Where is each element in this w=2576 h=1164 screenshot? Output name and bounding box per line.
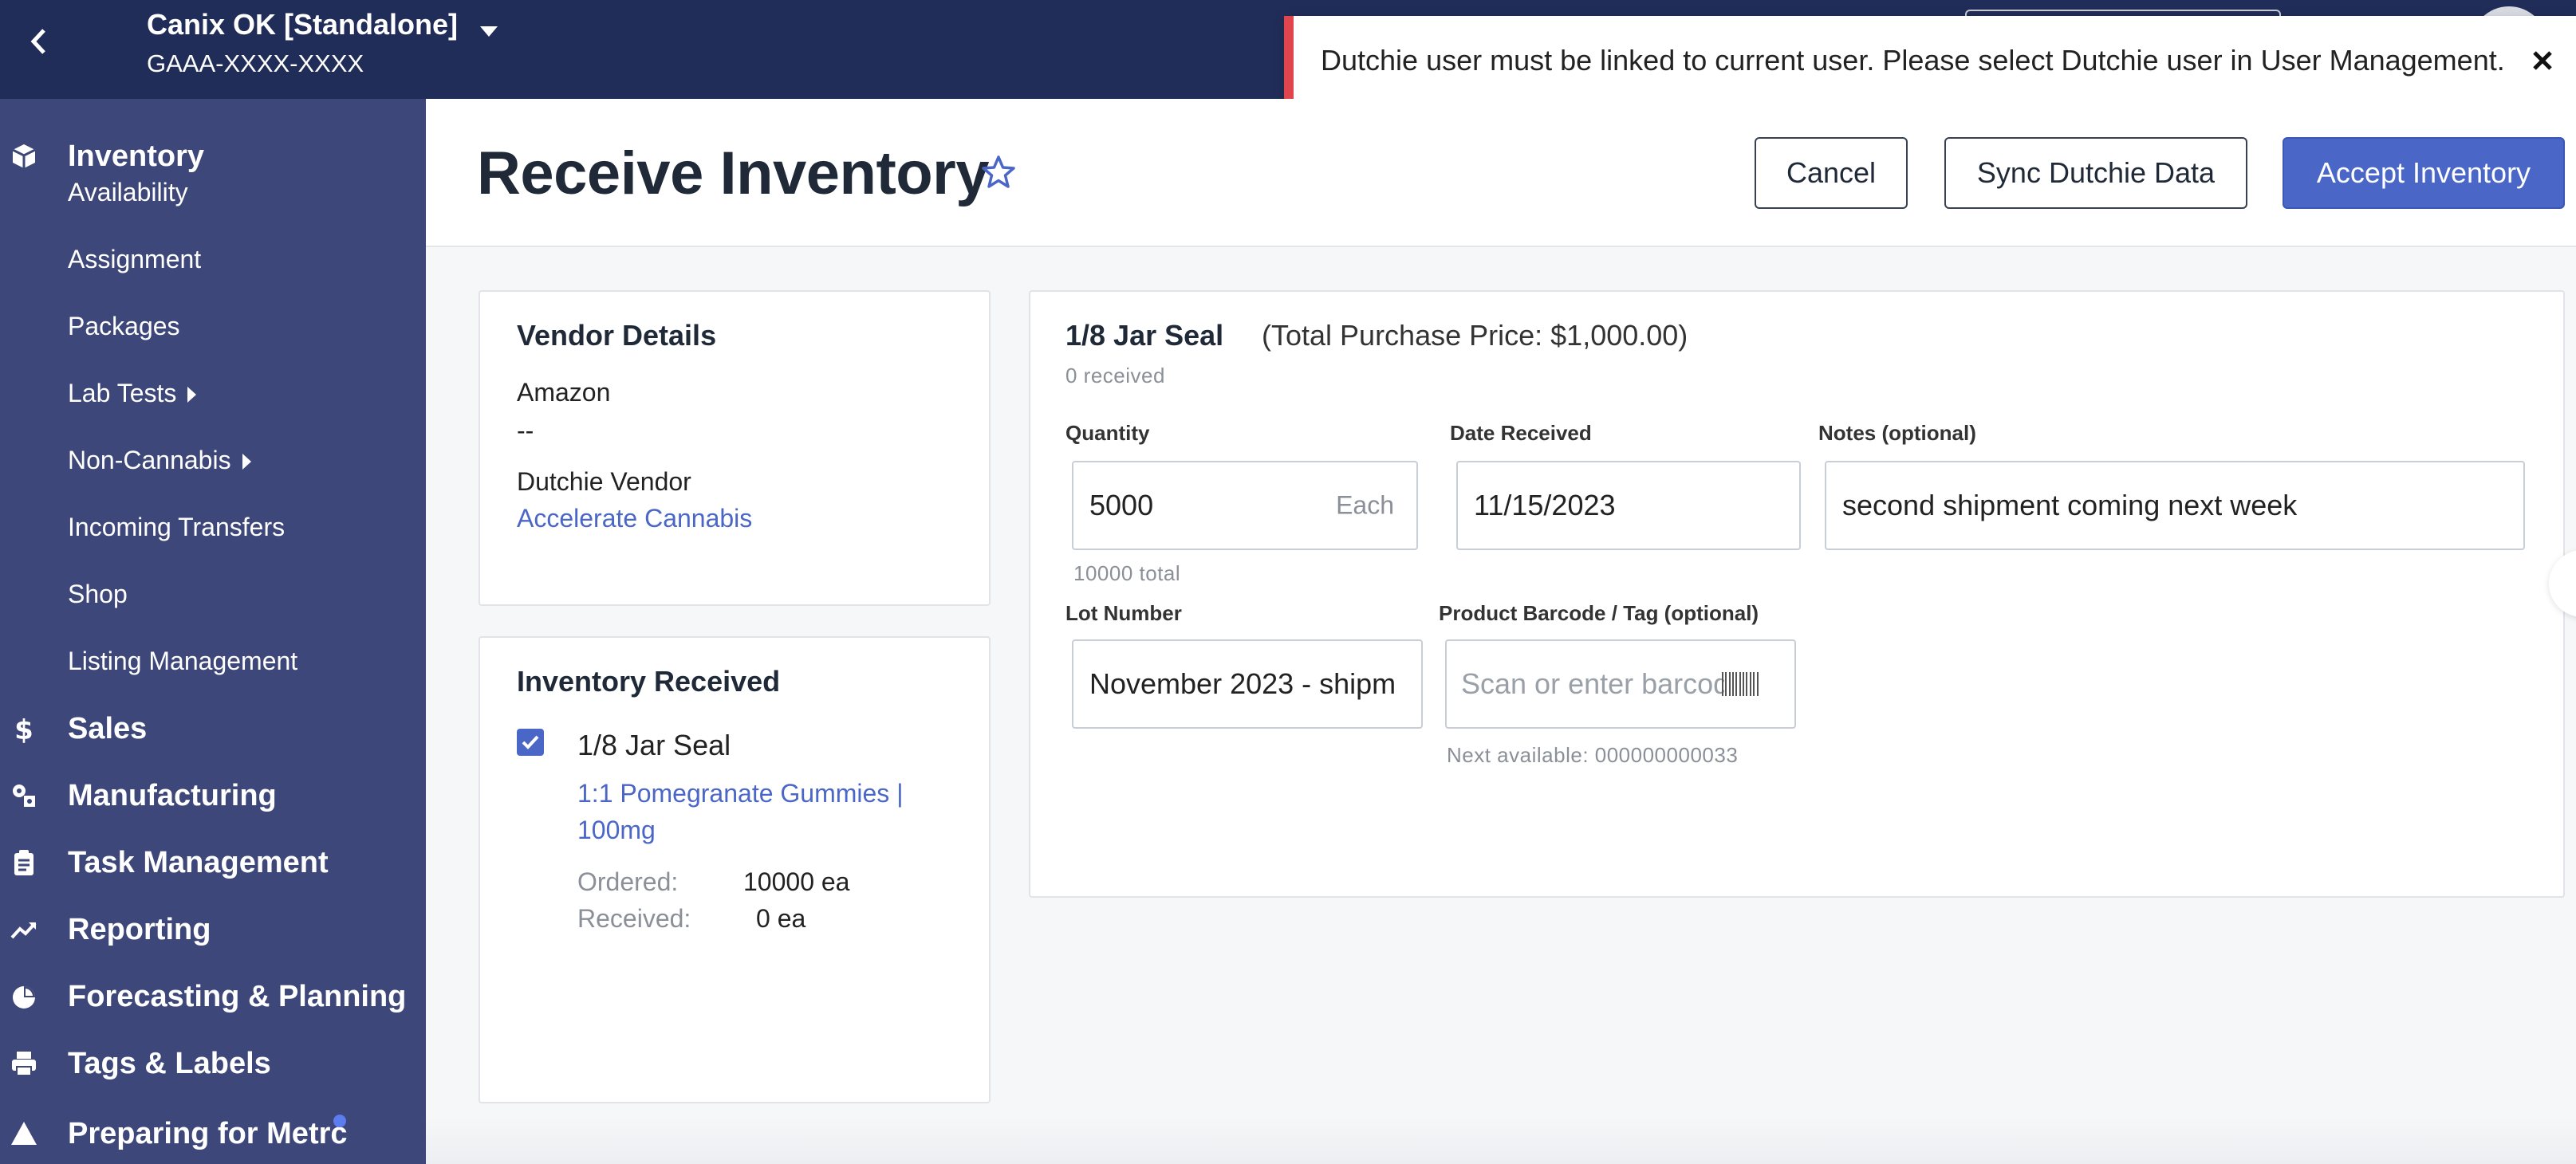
sidebar-item-label: Manufacturing bbox=[68, 778, 277, 812]
quantity-total: 10000 total bbox=[1073, 561, 1181, 585]
sync-dutchie-button[interactable]: Sync Dutchie Data bbox=[1944, 137, 2247, 209]
vendor-details-heading: Vendor Details bbox=[517, 319, 717, 352]
printer-icon bbox=[10, 1049, 38, 1078]
sidebar-item-label: Lab Tests bbox=[68, 378, 177, 407]
notes-label: Notes (optional) bbox=[1818, 421, 1976, 445]
barcode-icon[interactable] bbox=[1721, 670, 1763, 702]
barcode-label: Product Barcode / Tag (optional) bbox=[1439, 601, 1759, 625]
close-icon[interactable] bbox=[2527, 45, 2558, 77]
sidebar-item-lab-tests[interactable]: Lab Tests bbox=[0, 365, 426, 421]
notification-dot bbox=[333, 1115, 346, 1127]
vendor-details-card: Vendor Details Amazon -- Dutchie Vendor … bbox=[479, 290, 991, 606]
accept-inventory-button[interactable]: Accept Inventory bbox=[2283, 137, 2565, 209]
sidebar-item-label: Listing Management bbox=[68, 646, 298, 675]
back-chevron-icon[interactable] bbox=[22, 24, 54, 59]
page-title: Receive Inventory bbox=[477, 140, 990, 207]
total-purchase-price: (Total Purchase Price: $1,000.00) bbox=[1262, 319, 1688, 352]
sidebar-item-incoming-transfers[interactable]: Incoming Transfers bbox=[0, 499, 426, 555]
sidebar-item-manufacturing[interactable]: Manufacturing bbox=[0, 764, 426, 828]
barcode-input[interactable] bbox=[1445, 639, 1796, 729]
sidebar: Inventory Availability Assignment Packag… bbox=[0, 99, 426, 1164]
sidebar-item-sales[interactable]: $ Sales bbox=[0, 697, 426, 761]
barcode-text-input[interactable] bbox=[1461, 641, 1724, 727]
next-available-barcode: Next available: 000000000033 bbox=[1447, 743, 1739, 767]
error-toast: Dutchie user must be linked to current u… bbox=[1284, 16, 2576, 105]
dutchie-vendor-link[interactable]: Accelerate Cannabis bbox=[517, 504, 752, 533]
caret-right-icon bbox=[242, 454, 251, 470]
quantity-label: Quantity bbox=[1065, 421, 1150, 445]
sidebar-item-label: Preparing for Metrc bbox=[68, 1116, 348, 1150]
sidebar-item-listing-management[interactable]: Listing Management bbox=[0, 633, 426, 689]
item-product-link[interactable]: 1:1 Pomegranate Gummies | 100mg bbox=[577, 775, 928, 848]
inventory-received-heading: Inventory Received bbox=[517, 665, 781, 698]
sidebar-item-preparing-for-metrc[interactable]: Preparing for Metrc bbox=[0, 1102, 426, 1164]
inventory-received-card: Inventory Received 1/8 Jar Seal 1:1 Pome… bbox=[479, 636, 991, 1103]
item-checkbox[interactable] bbox=[517, 729, 544, 756]
notes-value: second shipment coming next week bbox=[1842, 489, 2298, 521]
lot-number-value: November 2023 - shipm bbox=[1089, 667, 1396, 700]
ordered-label: Ordered: bbox=[577, 867, 679, 896]
svg-text:$: $ bbox=[14, 714, 33, 743]
sidebar-item-availability[interactable]: Availability bbox=[0, 164, 426, 220]
sidebar-item-label: Availability bbox=[68, 177, 188, 206]
sidebar-item-label: Forecasting & Planning bbox=[68, 979, 407, 1013]
sidebar-item-label: Packages bbox=[68, 311, 180, 340]
sidebar-item-packages[interactable]: Packages bbox=[0, 298, 426, 354]
vendor-name: Amazon bbox=[517, 378, 611, 407]
lot-number-input[interactable]: November 2023 - shipm bbox=[1072, 639, 1423, 729]
pie-icon bbox=[10, 982, 38, 1011]
vendor-detail: -- bbox=[517, 416, 534, 445]
date-received-input[interactable]: 11/15/2023 bbox=[1456, 461, 1801, 550]
item-receive-panel: 1/8 Jar Seal (Total Purchase Price: $1,0… bbox=[1029, 290, 2565, 898]
sidebar-item-shop[interactable]: Shop bbox=[0, 566, 426, 622]
sidebar-item-label: Sales bbox=[68, 711, 148, 745]
quantity-unit: Each bbox=[1336, 490, 1394, 520]
received-count: 0 received bbox=[1065, 364, 1165, 387]
sidebar-item-forecasting[interactable]: Forecasting & Planning bbox=[0, 965, 426, 1028]
sidebar-item-label: Non-Cannabis bbox=[68, 445, 231, 474]
lot-number-label: Lot Number bbox=[1065, 601, 1182, 625]
caret-down-icon[interactable] bbox=[475, 18, 502, 45]
manufacturing-icon bbox=[10, 781, 38, 810]
trend-icon bbox=[10, 915, 38, 944]
page-header: Receive Inventory Cancel Sync Dutchie Da… bbox=[426, 99, 2576, 247]
main-content: Receive Inventory Cancel Sync Dutchie Da… bbox=[426, 99, 2576, 1164]
date-received-label: Date Received bbox=[1450, 421, 1592, 445]
caret-right-icon bbox=[187, 387, 197, 403]
item-title: 1/8 Jar Seal bbox=[1065, 319, 1224, 352]
sidebar-item-label: Shop bbox=[68, 579, 128, 608]
warning-icon bbox=[10, 1119, 38, 1148]
sidebar-item-label: Task Management bbox=[68, 845, 329, 879]
sidebar-item-label: Reporting bbox=[68, 912, 211, 946]
check-icon bbox=[522, 735, 539, 749]
sidebar-item-non-cannabis[interactable]: Non-Cannabis bbox=[0, 432, 426, 488]
cancel-button[interactable]: Cancel bbox=[1755, 137, 1908, 209]
quantity-input[interactable]: 5000 Each bbox=[1072, 461, 1418, 550]
toast-message: Dutchie user must be linked to current u… bbox=[1321, 44, 2505, 77]
date-received-value: 11/15/2023 bbox=[1474, 489, 1616, 521]
quantity-value: 5000 bbox=[1089, 489, 1154, 521]
sidebar-item-task-management[interactable]: Task Management bbox=[0, 831, 426, 895]
sidebar-item-reporting[interactable]: Reporting bbox=[0, 898, 426, 961]
sidebar-item-label: Tags & Labels bbox=[68, 1046, 271, 1080]
sidebar-item-label: Assignment bbox=[68, 244, 202, 273]
item-name: 1/8 Jar Seal bbox=[577, 729, 731, 761]
ordered-value: 10000 ea bbox=[743, 867, 850, 896]
received-value: 0 ea bbox=[756, 904, 806, 933]
star-icon[interactable] bbox=[979, 153, 1018, 191]
clipboard-icon bbox=[10, 848, 38, 877]
dollar-icon: $ bbox=[10, 714, 38, 746]
sidebar-item-assignment[interactable]: Assignment bbox=[0, 231, 426, 287]
sidebar-item-tags-labels[interactable]: Tags & Labels bbox=[0, 1032, 426, 1095]
app-title[interactable]: Canix OK [Standalone] bbox=[147, 8, 458, 41]
sidebar-item-label: Incoming Transfers bbox=[68, 512, 286, 541]
received-label: Received: bbox=[577, 904, 691, 933]
page-bottom bbox=[426, 1116, 2576, 1164]
dutchie-vendor-label: Dutchie Vendor bbox=[517, 467, 691, 496]
notes-input[interactable]: second shipment coming next week bbox=[1825, 461, 2525, 550]
license-number: GAAA-XXXX-XXXX bbox=[147, 49, 364, 77]
